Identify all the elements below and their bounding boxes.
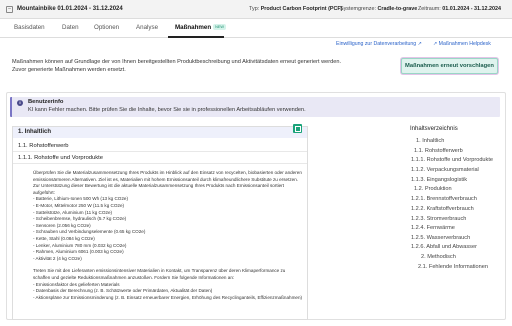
toc-item[interactable]: 1.2.2. Kraftstoffverbrauch xyxy=(411,206,474,212)
page-title: Mountainbike 01.01.2024 - 31.12.2024 xyxy=(17,6,123,12)
toc-num: 1.1.3. xyxy=(411,177,425,183)
toc-label: Brennstoffverbrauch xyxy=(426,196,477,202)
toc-num: 1.1. xyxy=(414,148,424,154)
list-item: - Sattelstütze, Aluminium (11 kg CO2e) xyxy=(33,209,113,215)
intro-text: Maßnahmen können auf Grundlage der von I… xyxy=(12,59,342,73)
toc-num: 1.2.1. xyxy=(411,196,425,202)
toc-item[interactable]: 1.2.5. Wasserverbrauch xyxy=(411,235,470,241)
toc-label: Produktion xyxy=(424,186,452,192)
toc-label: Fehlende Informationen xyxy=(428,264,488,270)
list-item: - E-Motor, Mittelmotor 250 W (11.5 kg CO… xyxy=(33,202,125,208)
paragraph: Treten Sie mit den Lieferanten emissions… xyxy=(33,268,286,280)
toc-item[interactable]: 1.1.3. Eingangslogistik xyxy=(411,177,467,183)
toc-label: Inhaltlich xyxy=(422,138,445,144)
toc-item[interactable]: 1.2.4. Fernwärme xyxy=(411,225,455,231)
toc-item[interactable]: 2. Methodisch xyxy=(421,254,456,260)
zeitraum-value: 01.01.2024 - 31.12.2024 xyxy=(442,6,502,12)
banner-message: KI kann Fehler machen. Bitte prüfen Sie … xyxy=(28,107,306,113)
list-item: - Aktivität 2 (4 kg CO2e) xyxy=(33,255,82,261)
toc-num: 1. xyxy=(416,138,421,144)
toc-label: Rohstofferwerb xyxy=(424,148,463,154)
list-item: - Aktionspläne zur Emissionsminderung (z… xyxy=(33,294,303,300)
list-item: - Emissionsfaktor des gelieferten Materi… xyxy=(33,281,120,287)
zeitraum-meta: Zeitraum: 01.01.2024 - 31.12.2024 xyxy=(418,6,501,12)
list-item: - Kette, Stahl (0.084 kg CO2e) xyxy=(33,235,95,241)
document-body: Überprüfen Sie die Materialzusammensetzu… xyxy=(33,170,303,301)
toc-num: 1.2.5. xyxy=(411,235,425,241)
list-item: - Scheibenbremse, hydraulisch (5.7 kg CO… xyxy=(33,216,127,222)
toc-item[interactable]: 2.1. Fehlende Informationen xyxy=(418,264,488,270)
typ-meta: Typ: Product Carbon Footprint (PCF) xyxy=(249,6,342,12)
toc-item[interactable]: 1.2.1. Brennstoffverbrauch xyxy=(411,196,477,202)
toc-item[interactable]: 1. Inhaltlich xyxy=(416,138,444,144)
systemgrenze-meta: Systemgrenze: Cradle-to-grave xyxy=(340,6,417,12)
toc-label: Rohstoffe und Vorprodukte xyxy=(426,157,494,163)
toc-label: Kraftstoffverbrauch xyxy=(426,206,474,212)
new-badge: NEW xyxy=(213,24,226,31)
toc-num: 1.2. xyxy=(414,186,424,192)
zeitraum-label: Zeitraum: xyxy=(418,6,441,12)
tab-massnahmen-label: Maßnahmen xyxy=(175,24,212,31)
systemgrenze-value: Cradle-to-grave xyxy=(377,6,418,12)
helpdesk-link[interactable]: ↗ Maßnahmen Helpdesk xyxy=(433,41,491,47)
tab-daten[interactable]: Daten xyxy=(62,24,79,31)
helpdesk-label: Maßnahmen Helpdesk xyxy=(438,41,491,47)
toc-num: 1.2.3. xyxy=(411,216,425,222)
toc-label: Abfall und Abwasser xyxy=(426,244,477,250)
list-item: - Schrauben und Verbindungselemente (0.6… xyxy=(33,229,146,235)
paragraph: Überprüfen Sie die Materialzusammensetzu… xyxy=(33,170,302,195)
toc-label: Methodisch xyxy=(427,254,456,260)
toc-num: 2. xyxy=(421,254,426,260)
typ-value: Product Carbon Footprint (PCF) xyxy=(260,6,343,12)
tab-massnahmen[interactable]: Maßnahmen NEW xyxy=(175,24,226,31)
section-heading-1-1-1: 1.1.1. Rohstoffe und Vorprodukte xyxy=(13,153,307,164)
suggest-measures-button[interactable]: Maßnahmen erneut vorschlagen xyxy=(401,58,498,74)
toc-num: 1.1.2. xyxy=(411,167,425,173)
toc-num: 2.1. xyxy=(418,264,428,270)
list-item: - Sensoren (2.056 kg CO2e) xyxy=(33,222,91,228)
systemgrenze-label: Systemgrenze: xyxy=(340,6,376,12)
active-tab-indicator xyxy=(168,36,224,38)
section-heading-1: 1. Inhaltlich xyxy=(13,127,307,138)
typ-label: Typ: xyxy=(249,6,260,12)
header-bar: – Mountainbike 01.01.2024 - 31.12.2024 T… xyxy=(0,0,512,19)
toc-label: Verpackungsmaterial xyxy=(426,167,479,173)
tab-bar: Basisdaten Daten Optionen Analyse Maßnah… xyxy=(0,19,512,38)
list-item: - Lenker, Aluminium 780 mm (0.032 kg CO2… xyxy=(33,242,127,248)
toc-item[interactable]: 1.2.3. Stromverbrauch xyxy=(411,216,466,222)
copy-icon[interactable] xyxy=(293,124,302,133)
toc-label: Wasserverbrauch xyxy=(426,235,471,241)
toc-num: 1.1.1. xyxy=(411,157,425,163)
toc-label: Stromverbrauch xyxy=(426,216,467,222)
toc-item[interactable]: 1.2.6. Abfall und Abwasser xyxy=(411,244,477,250)
external-link-icon: ↗ xyxy=(417,41,422,47)
toc-item[interactable]: 1.2. Produktion xyxy=(414,186,452,192)
tab-optionen[interactable]: Optionen xyxy=(94,24,119,31)
section-heading-1-1: 1.1. Rohstofferwerb xyxy=(13,141,307,152)
datenverarbeitung-link[interactable]: Einwilligung zur Datenverarbeitung ↗ xyxy=(336,41,422,47)
info-icon: i xyxy=(17,100,23,106)
toc-num: 1.2.6. xyxy=(411,244,425,250)
user-info-banner: i Benutzerinfo KI kann Fehler machen. Bi… xyxy=(10,97,500,117)
external-link-icon: ↗ xyxy=(433,41,438,47)
toc-label: Eingangslogistik xyxy=(426,177,467,183)
banner-title: Benutzerinfo xyxy=(28,99,64,105)
tab-analyse[interactable]: Analyse xyxy=(136,24,158,31)
toc-num: 1.2.4. xyxy=(411,225,425,231)
toc-item[interactable]: 1.1.1. Rohstoffe und Vorprodukte xyxy=(411,157,493,163)
toc-label: Fernwärme xyxy=(426,225,455,231)
list-item: - Batterie, Lithium-Ionen 500 Wh (13 kg … xyxy=(33,196,128,202)
list-item: - Rahmen, Aluminium 6061 (0.003 kg CO2e) xyxy=(33,249,124,255)
list-item: - Datenbasis der Berechnung (z. B. Schät… xyxy=(33,288,213,294)
toc-num: 1.2.2. xyxy=(411,206,425,212)
toc-item[interactable]: 1.1.2. Verpackungsmaterial xyxy=(411,167,479,173)
toc-title: Inhaltsverzeichnis xyxy=(410,126,458,132)
toc-item[interactable]: 1.1. Rohstofferwerb xyxy=(414,148,463,154)
datenverarbeitung-label: Einwilligung zur Datenverarbeitung xyxy=(336,41,417,47)
measures-document[interactable]: 1. Inhaltlich 1.1. Rohstofferwerb 1.1.1.… xyxy=(12,126,308,320)
collapse-icon[interactable]: – xyxy=(6,5,13,13)
tab-basisdaten[interactable]: Basisdaten xyxy=(14,24,45,31)
